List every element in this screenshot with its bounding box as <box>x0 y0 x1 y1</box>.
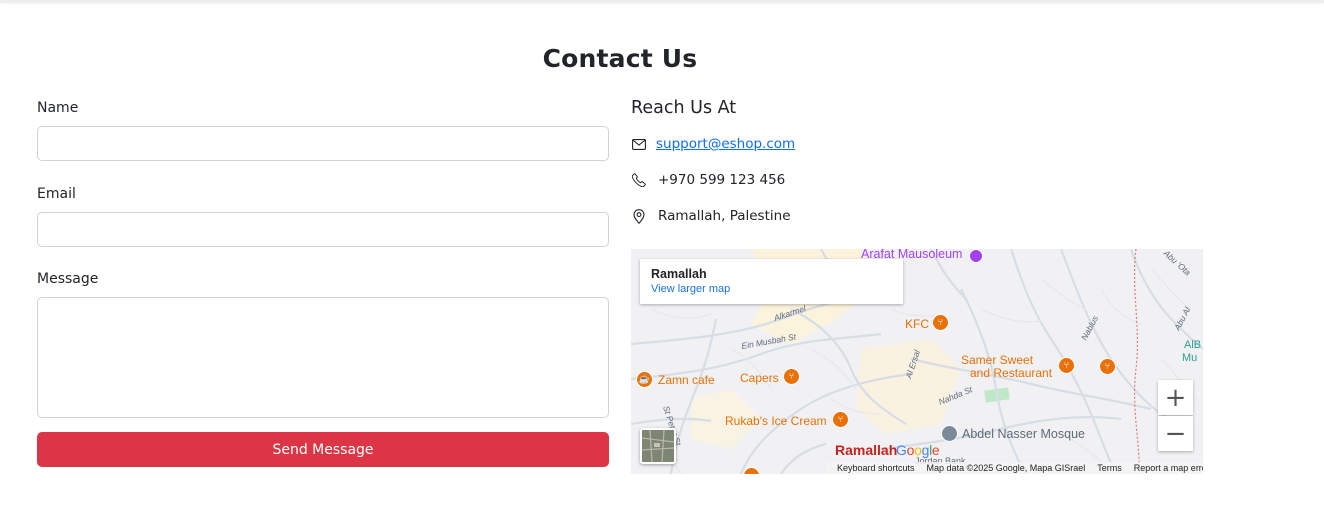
map-data-text: Map data ©2025 Google, Mapa GISrael <box>926 463 1086 473</box>
map-label-ramallah-city: Ramallah <box>835 442 898 458</box>
map-label-and-restaurant: and Restaurant <box>970 366 1053 380</box>
contact-email-row: support@eshop.com <box>631 134 795 154</box>
contact-location-row: Ramallah, Palestine <box>631 206 791 226</box>
phone-number: +970 599 123 456 <box>658 172 786 188</box>
restaurant-icon: ⑂ <box>932 314 949 331</box>
embedded-map[interactable]: Alkarmel Ein Musbah St Al Ersal Nablus N… <box>631 249 1203 474</box>
header-divider <box>0 0 1324 3</box>
map-pin-icon <box>631 208 646 224</box>
contact-form: Name Email Message Send Message <box>37 98 609 467</box>
report-map-error-link[interactable]: Report a map error <box>1128 463 1203 473</box>
map-label-rukabs: Rukab's Ice Cream <box>725 414 827 428</box>
restaurant-icon: ⑂ <box>1058 357 1075 374</box>
map-label-capers: Capers <box>740 371 779 385</box>
satellite-thumbnail-icon <box>642 430 674 462</box>
zoom-out-button[interactable]: − <box>1158 416 1193 451</box>
cafe-icon: ☕ <box>636 371 653 388</box>
zoom-in-button[interactable]: + <box>1158 380 1193 415</box>
telephone-icon <box>631 173 646 188</box>
map-label-mu: Mu <box>1182 352 1198 364</box>
map-label-zamn-cafe: Zamn cafe <box>658 373 715 387</box>
page-title: Contact Us <box>542 44 698 73</box>
satellite-toggle[interactable] <box>640 428 676 464</box>
reach-us-heading: Reach Us At <box>631 98 737 118</box>
view-larger-map-link[interactable]: View larger map <box>651 281 892 297</box>
map-label-kfc: KFC <box>905 317 929 331</box>
map-place-card: Ramallah View larger map <box>640 259 903 304</box>
email-input[interactable] <box>37 212 609 247</box>
envelope-icon <box>631 137 646 152</box>
email-label: Email <box>37 186 76 202</box>
mosque-icon <box>941 425 958 442</box>
contact-phone-row: +970 599 123 456 <box>631 170 785 190</box>
map-place-name: Ramallah <box>651 267 707 281</box>
support-email-link[interactable]: support@eshop.com <box>656 136 795 152</box>
send-message-button[interactable]: Send Message <box>37 432 609 467</box>
mosque-icon <box>969 249 983 263</box>
restaurant-icon: ⑂ <box>832 411 849 428</box>
message-label: Message <box>37 271 99 287</box>
restaurant-icon: ⑂ <box>783 368 800 385</box>
name-label: Name <box>37 100 79 116</box>
restaurant-icon: ⑂ <box>1099 358 1116 375</box>
location-text: Ramallah, Palestine <box>658 208 791 224</box>
message-textarea[interactable] <box>37 297 609 418</box>
map-attribution: Keyboard shortcuts Map data ©2025 Google… <box>827 462 1203 474</box>
keyboard-shortcuts-link[interactable]: Keyboard shortcuts <box>831 463 921 473</box>
reach-us-section: Reach Us At support@eshop.com +970 599 1… <box>631 96 1203 224</box>
name-input[interactable] <box>37 126 609 161</box>
terms-link[interactable]: Terms <box>1091 463 1128 473</box>
map-label-albi: AlB <box>1184 339 1202 351</box>
google-logo: Google <box>896 442 940 458</box>
map-label-abdel-nasser: Abdel Nasser Mosque <box>962 427 1085 441</box>
